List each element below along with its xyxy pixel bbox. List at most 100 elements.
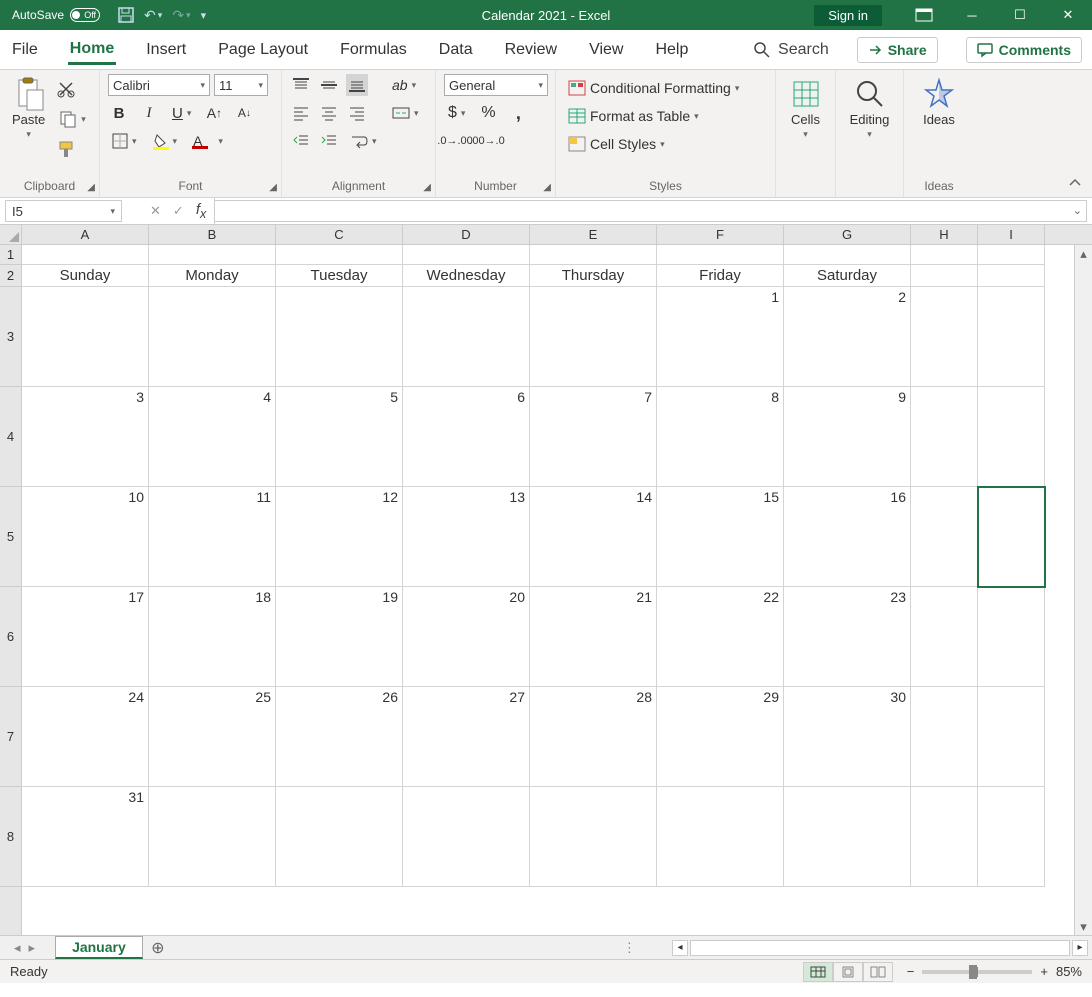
cell-C1[interactable] [276, 245, 403, 265]
borders-button[interactable]: ▾ [108, 131, 141, 151]
row-header-7[interactable]: 7 [0, 687, 21, 787]
number-format-combo[interactable]: General▾ [444, 74, 548, 96]
close-icon[interactable]: ✕ [1044, 0, 1092, 30]
cell-E5[interactable]: 14 [530, 487, 657, 587]
cell-B1[interactable] [149, 245, 276, 265]
select-all-corner[interactable] [0, 225, 22, 245]
ribbon-display-icon[interactable] [900, 0, 948, 30]
enter-formula-icon[interactable]: ✓ [173, 203, 184, 219]
cancel-formula-icon[interactable]: ✕ [150, 203, 161, 219]
wrap-text-button[interactable]: ▾ [346, 131, 381, 151]
cell-A4[interactable]: 3 [22, 387, 149, 487]
font-size-combo[interactable]: 11▾ [214, 74, 268, 96]
column-header-D[interactable]: D [403, 225, 530, 244]
row-header-8[interactable]: 8 [0, 787, 21, 887]
conditional-formatting-button[interactable]: Conditional Formatting▾ [564, 78, 743, 98]
cell-B5[interactable]: 11 [149, 487, 276, 587]
autosave-toggle[interactable]: AutoSave Off [12, 8, 100, 22]
column-header-A[interactable]: A [22, 225, 149, 244]
cell-G1[interactable] [784, 245, 911, 265]
editing-button[interactable]: Editing▾ [846, 74, 894, 144]
cell-C8[interactable] [276, 787, 403, 887]
tab-page-layout[interactable]: Page Layout [216, 35, 310, 65]
cell-E6[interactable]: 21 [530, 587, 657, 687]
increase-decimal-icon[interactable]: .0→.00 [444, 130, 466, 152]
cell-C6[interactable]: 19 [276, 587, 403, 687]
row-header-4[interactable]: 4 [0, 387, 21, 487]
cut-icon[interactable] [55, 78, 77, 100]
cell-C7[interactable]: 26 [276, 687, 403, 787]
fill-color-button[interactable]: ▾ [149, 131, 182, 151]
cell-B4[interactable]: 4 [149, 387, 276, 487]
cell-F5[interactable]: 15 [657, 487, 784, 587]
next-sheet-icon[interactable]: ▸ [29, 940, 36, 956]
cell-A5[interactable]: 10 [22, 487, 149, 587]
cell-F6[interactable]: 22 [657, 587, 784, 687]
cell-C4[interactable]: 5 [276, 387, 403, 487]
cell-E2[interactable]: Thursday [530, 265, 657, 287]
cell-G5[interactable]: 16 [784, 487, 911, 587]
save-icon[interactable] [118, 7, 134, 23]
scroll-right-icon[interactable]: ▸ [1072, 940, 1088, 956]
column-header-G[interactable]: G [784, 225, 911, 244]
column-header-I[interactable]: I [978, 225, 1045, 244]
bold-button[interactable]: B [108, 102, 130, 124]
column-header-C[interactable]: C [276, 225, 403, 244]
page-break-view-icon[interactable] [863, 962, 893, 982]
cell-A6[interactable]: 17 [22, 587, 149, 687]
cell-A2[interactable]: Sunday [22, 265, 149, 287]
font-name-combo[interactable]: Calibri▾ [108, 74, 210, 96]
cell-I4[interactable] [978, 387, 1045, 487]
cell-F1[interactable] [657, 245, 784, 265]
row-header-6[interactable]: 6 [0, 587, 21, 687]
new-sheet-button[interactable]: ⊕ [143, 936, 173, 959]
scroll-up-icon[interactable]: ▴ [1075, 245, 1092, 262]
tab-data[interactable]: Data [437, 35, 475, 65]
cell-B8[interactable] [149, 787, 276, 887]
cell-B3[interactable] [149, 287, 276, 387]
cell-E8[interactable] [530, 787, 657, 887]
column-header-H[interactable]: H [911, 225, 978, 244]
cell-C3[interactable] [276, 287, 403, 387]
cell-I6[interactable] [978, 587, 1045, 687]
cell-H6[interactable] [911, 587, 978, 687]
undo-button[interactable]: ↶ ▾ [144, 7, 162, 24]
align-center-icon[interactable] [318, 102, 340, 124]
cell-D8[interactable] [403, 787, 530, 887]
decrease-font-icon[interactable]: A↓ [233, 102, 255, 124]
cell-G8[interactable] [784, 787, 911, 887]
cell-H8[interactable] [911, 787, 978, 887]
formula-input[interactable]: ⌄ [215, 200, 1087, 222]
cell-I2[interactable] [978, 265, 1045, 287]
expand-formula-bar-icon[interactable]: ⌄ [1073, 204, 1082, 217]
sign-in-button[interactable]: Sign in [814, 5, 882, 26]
collapse-ribbon-icon[interactable] [1068, 176, 1082, 191]
minimize-icon[interactable]: ─ [948, 0, 996, 30]
cell-I7[interactable] [978, 687, 1045, 787]
number-launcher-icon[interactable]: ◢ [543, 182, 551, 193]
tell-me-search[interactable]: Search [754, 41, 829, 59]
cell-D1[interactable] [403, 245, 530, 265]
cell-D2[interactable]: Wednesday [403, 265, 530, 287]
increase-font-icon[interactable]: A↑ [203, 102, 225, 124]
cell-F2[interactable]: Friday [657, 265, 784, 287]
row-header-5[interactable]: 5 [0, 487, 21, 587]
tab-review[interactable]: Review [503, 35, 559, 65]
cell-G4[interactable]: 9 [784, 387, 911, 487]
maximize-icon[interactable]: ☐ [996, 0, 1044, 30]
cell-F4[interactable]: 8 [657, 387, 784, 487]
normal-view-icon[interactable] [803, 962, 833, 982]
merge-center-button[interactable]: ▾ [388, 103, 423, 123]
font-color-button[interactable]: A▾ [189, 130, 227, 152]
row-header-3[interactable]: 3 [0, 287, 21, 387]
zoom-in-button[interactable]: + [1040, 964, 1048, 979]
cell-B2[interactable]: Monday [149, 265, 276, 287]
clipboard-launcher-icon[interactable]: ◢ [87, 182, 95, 193]
scroll-down-icon[interactable]: ▾ [1075, 918, 1092, 935]
comments-button[interactable]: Comments [966, 37, 1082, 63]
format-as-table-button[interactable]: Format as Table▾ [564, 106, 703, 126]
tab-formulas[interactable]: Formulas [338, 35, 409, 65]
font-launcher-icon[interactable]: ◢ [269, 182, 277, 193]
cell-A3[interactable] [22, 287, 149, 387]
italic-button[interactable]: I [138, 102, 160, 124]
